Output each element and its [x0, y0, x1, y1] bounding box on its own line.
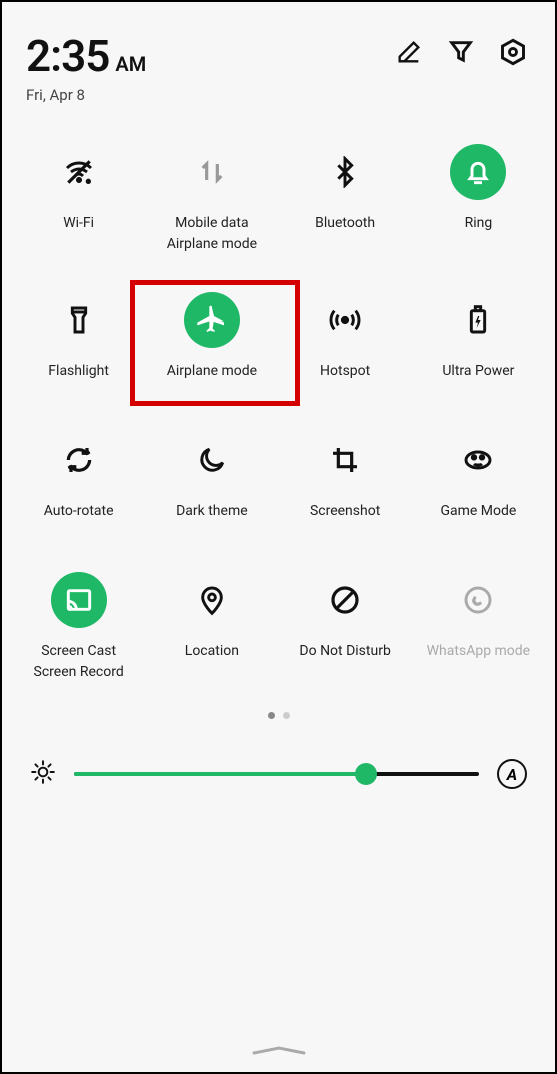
pager-dot-1[interactable] — [268, 712, 275, 719]
screen-cast-icon — [51, 572, 107, 628]
brightness-slider[interactable] — [74, 772, 479, 776]
tile-hotspot[interactable]: Hotspot — [279, 292, 412, 392]
clock-date: Fri, Apr 8 — [26, 86, 146, 104]
brightness-thumb[interactable] — [355, 763, 377, 785]
tile-wifi[interactable]: Wi-Fi — [12, 144, 145, 252]
tile-label: Auto-rotate — [44, 502, 114, 520]
settings-icon[interactable] — [499, 38, 527, 70]
hotspot-icon — [317, 292, 373, 348]
tile-flashlight[interactable]: Flashlight — [12, 292, 145, 392]
quick-settings-grid: Wi-Fi Mobile data Airplane mode Bluetoot… — [2, 114, 555, 680]
pager-dot-2[interactable] — [283, 712, 290, 719]
pager-dots[interactable] — [2, 712, 555, 719]
tile-screen-cast[interactable]: Screen Cast Screen Record — [12, 572, 145, 680]
tile-whatsapp-mode[interactable]: WhatsApp mode — [412, 572, 545, 680]
time-block[interactable]: 2:35 AM Fri, Apr 8 — [26, 30, 146, 104]
tile-label: Ring — [465, 214, 493, 232]
tile-label: Game Mode — [440, 502, 516, 520]
whatsapp-icon — [450, 572, 506, 628]
tile-bluetooth[interactable]: Bluetooth — [279, 144, 412, 252]
ultra-power-icon — [450, 292, 506, 348]
tile-label: Mobile data — [175, 214, 248, 232]
screenshot-icon — [317, 432, 373, 488]
auto-brightness-label: A — [507, 765, 517, 784]
brightness-row: A — [2, 719, 555, 789]
flashlight-icon — [51, 292, 107, 348]
ring-icon — [450, 144, 506, 200]
tile-label: Do Not Disturb — [299, 642, 390, 660]
drag-handle[interactable] — [249, 1040, 309, 1050]
wifi-icon — [51, 144, 107, 200]
tile-game-mode[interactable]: Game Mode — [412, 432, 545, 532]
tile-location[interactable]: Location — [145, 572, 278, 680]
auto-brightness-button[interactable]: A — [497, 759, 527, 789]
tile-label: Screenshot — [310, 502, 380, 520]
tile-label: Hotspot — [320, 362, 370, 380]
tile-label: Ultra Power — [442, 362, 514, 380]
filter-icon[interactable] — [447, 38, 475, 70]
edit-icon[interactable] — [395, 38, 423, 70]
tile-ring[interactable]: Ring — [412, 144, 545, 252]
dnd-icon — [317, 572, 373, 628]
tile-label: Bluetooth — [315, 214, 375, 232]
tile-label: Dark theme — [176, 502, 248, 520]
tile-label: Airplane mode — [167, 362, 257, 380]
tile-auto-rotate[interactable]: Auto-rotate — [12, 432, 145, 532]
tile-sublabel: Airplane mode — [167, 236, 257, 252]
mobile-data-icon — [184, 144, 240, 200]
dark-theme-icon — [184, 432, 240, 488]
location-icon — [184, 572, 240, 628]
status-header: 2:35 AM Fri, Apr 8 — [2, 2, 555, 114]
tile-screenshot[interactable]: Screenshot — [279, 432, 412, 532]
tile-label: Screen Cast — [41, 642, 116, 660]
bluetooth-icon — [317, 144, 373, 200]
tile-do-not-disturb[interactable]: Do Not Disturb — [279, 572, 412, 680]
brightness-fill — [74, 772, 366, 776]
tile-label: Wi-Fi — [63, 214, 94, 232]
tile-ultra-power[interactable]: Ultra Power — [412, 292, 545, 392]
tile-mobile-data[interactable]: Mobile data Airplane mode — [145, 144, 278, 252]
tile-label: Flashlight — [48, 362, 109, 380]
tile-airplane-mode[interactable]: Airplane mode — [145, 292, 278, 392]
clock-time: 2:35 — [26, 30, 109, 82]
auto-rotate-icon — [51, 432, 107, 488]
airplane-icon — [184, 292, 240, 348]
game-mode-icon — [450, 432, 506, 488]
brightness-icon — [30, 759, 56, 789]
tile-label: Location — [185, 642, 239, 660]
clock-ampm: AM — [115, 52, 146, 76]
tile-label: WhatsApp mode — [427, 642, 530, 660]
tile-dark-theme[interactable]: Dark theme — [145, 432, 278, 532]
tile-sublabel: Screen Record — [34, 664, 124, 680]
